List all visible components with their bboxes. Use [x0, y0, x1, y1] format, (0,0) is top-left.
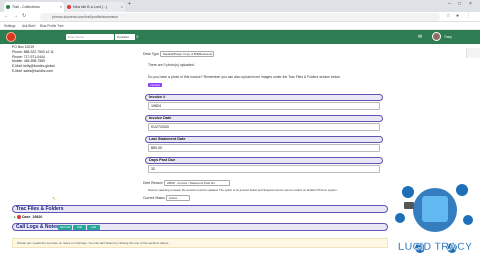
debt-reason-label: Debt Reason [143, 181, 163, 185]
maximize-icon[interactable]: □ [458, 1, 461, 7]
watermark-text: LUCID TRACY [398, 241, 473, 253]
section-title: Trac Files & Folders [16, 206, 64, 212]
watermark-node-icon [456, 184, 468, 196]
profile-icon[interactable]: ● [456, 13, 459, 19]
photo-prompt: Do you have a photo of this invoice? Rem… [148, 75, 341, 79]
address-bar[interactable]: primus.skunerai.com/trail/profile/ascens… [40, 13, 440, 21]
debt-note: Note by selecting a reason the amount mu… [148, 188, 338, 192]
current-status-label: Current Status [143, 196, 165, 200]
watermark-node-icon [402, 186, 414, 198]
invoice-number-header: Invoice # [145, 94, 383, 101]
add-call-log-button[interactable]: Add Call Log [58, 225, 72, 234]
bookmark-item[interactable]: Blue Profile Tree [40, 22, 64, 30]
bookmarks-bar [0, 22, 480, 30]
close-tab-icon[interactable]: × [121, 2, 123, 12]
sidebar-widget[interactable] [466, 48, 480, 58]
close-tab-icon[interactable]: × [60, 2, 62, 12]
doc-type-label: Desk Type [143, 52, 159, 56]
watermark-node-icon [463, 215, 473, 225]
notification-icon[interactable]: ✉ [418, 34, 422, 40]
browser-tab-inactive[interactable]: New tab B a Lord (...) × [65, 2, 125, 12]
tab-favicon-icon [67, 5, 71, 9]
last-statement-input[interactable]: $50.00 [148, 144, 380, 152]
trac-files-section[interactable]: Trac Files & Folders [12, 205, 388, 213]
add-notes-button[interactable]: Add Notes [73, 225, 86, 234]
uploaded-note: There are 0 photo(s) uploaded. [148, 63, 195, 67]
back-icon[interactable]: ← [4, 13, 9, 19]
invoice-date-input[interactable]: 01/27/2020 [148, 123, 380, 131]
info-banner: Nissan api: Leads the we base on notes o… [12, 238, 388, 248]
minimize-icon[interactable]: – [448, 1, 451, 7]
contact-email[interactable]: E-Mail: sales@lucidtrc.com [12, 69, 54, 74]
cursor-icon: ↖ [52, 196, 57, 202]
avatar[interactable] [432, 32, 441, 41]
case-folder-row[interactable]: ▸ Case_19826 [14, 214, 42, 220]
current-status-select[interactable]: Active [166, 195, 190, 201]
folder-icon: ▸ [14, 215, 16, 219]
tab-favicon-icon [6, 5, 10, 9]
invoice-number-input[interactable]: 19824 [148, 102, 380, 110]
invoice-date-header: Invoice Date [145, 115, 383, 122]
forward-icon[interactable]: → [13, 13, 18, 19]
username-label[interactable]: Tracy [444, 35, 452, 39]
search-icon[interactable]: ⌕ [136, 34, 139, 40]
contact-line: Phone: 888-322-7500 x2 11 [12, 49, 54, 54]
reload-icon[interactable]: ↻ [22, 13, 26, 19]
star-icon[interactable]: ☆ [446, 13, 450, 19]
watermark-phone-icon [422, 196, 448, 222]
upload-button[interactable]: Upload [148, 83, 162, 87]
app-logo[interactable] [6, 32, 16, 42]
bookmark-item[interactable]: Settings [4, 22, 16, 30]
bookmark-item[interactable]: Ask Blah! [22, 22, 35, 30]
add-memo-button[interactable]: Add Memo [87, 225, 100, 234]
new-tab-icon[interactable]: + [128, 1, 131, 7]
days-past-due-header: Days Past Due [145, 157, 383, 164]
tab-title: New tab B a Lord (...) [73, 5, 108, 9]
search-input[interactable]: Enter Name [66, 34, 114, 40]
app-window: Trail - Collections × New tab B a Lord (… [0, 0, 480, 270]
menu-icon[interactable]: ⋮ [466, 13, 471, 19]
last-statement-header: Last Statement Date [145, 136, 383, 143]
debt-reason-select[interactable]: ABSP - Invoice / Statement Past Du [164, 180, 230, 186]
case-label: Case_19826 [21, 215, 43, 219]
doc-type-select[interactable]: Medical/Paper Copy of Bill(Business) [160, 51, 214, 57]
delete-icon[interactable] [16, 215, 21, 220]
search-scope-select[interactable]: Contacts [115, 34, 135, 40]
lucid-tracy-watermark: LUCID TRACY [395, 184, 473, 253]
browser-tab-active[interactable]: Trail - Collections × [4, 2, 64, 12]
days-past-due-input[interactable]: 32 [148, 165, 380, 173]
contact-info: PO Box 12019 Phone: 888-322-7500 x2 11 P… [12, 45, 54, 74]
info-banner-text: Nissan api: Leads the we base on notes o… [17, 241, 170, 245]
url-text: primus.skunerai.com/trail/profile/ascens… [52, 15, 119, 19]
section-title: Call Logs & Notes [16, 224, 59, 230]
close-window-icon[interactable]: × [469, 1, 472, 7]
watermark-node-icon [395, 213, 405, 223]
tab-title: Trail - Collections [12, 5, 40, 9]
